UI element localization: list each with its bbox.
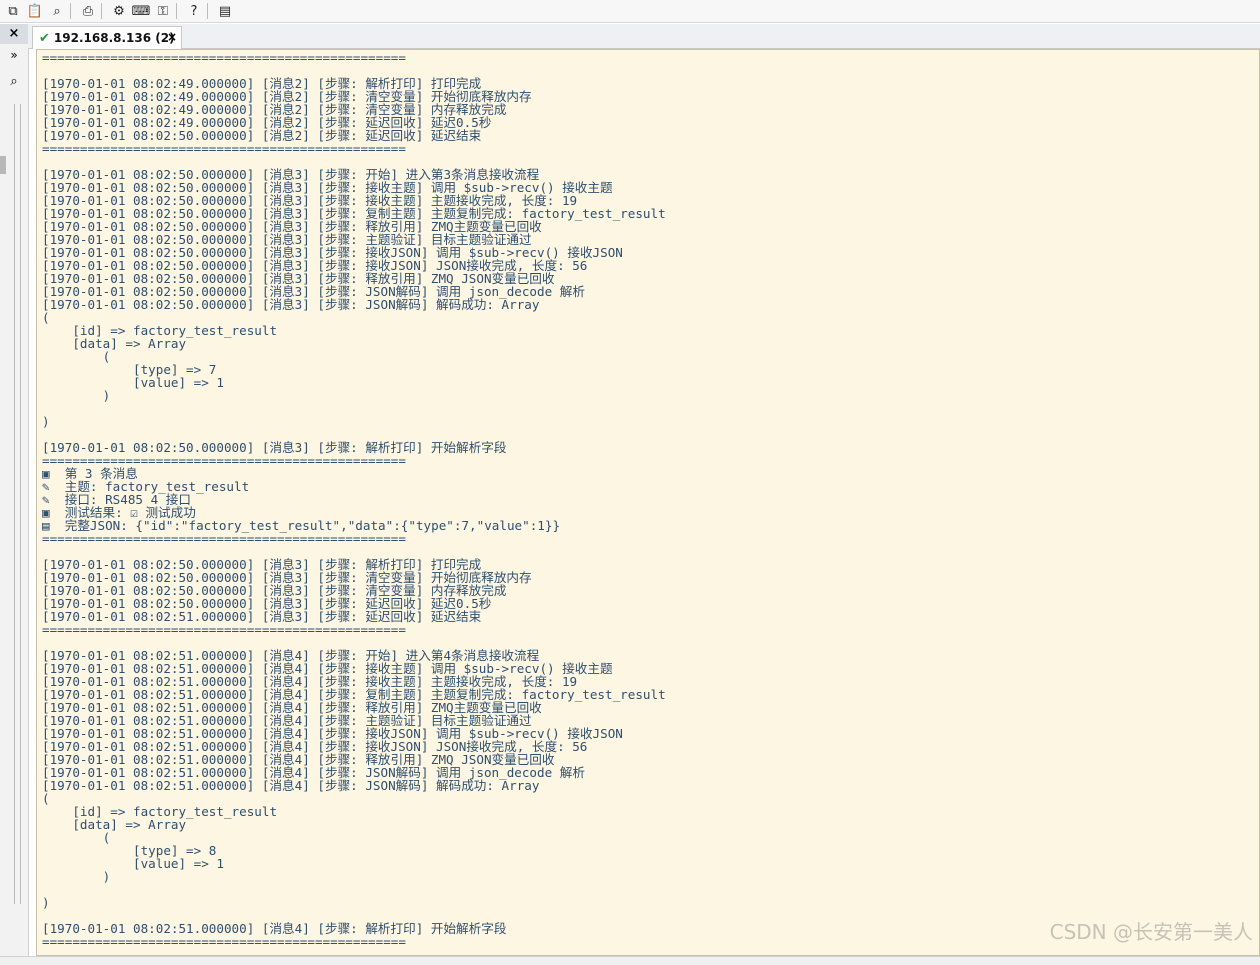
terminal-line: ) (42, 869, 111, 884)
paste-icon[interactable]: 📋 (26, 2, 44, 20)
toolbar-divider (101, 3, 102, 19)
session-sidebar: × » ⌕ (0, 24, 29, 964)
close-icon[interactable]: × (0, 24, 28, 44)
connected-check-icon: ✔ (39, 30, 50, 46)
terminal-line: [value] => 1 (42, 375, 224, 390)
session-tab-bar: ✔ 192.168.8.136 (2) × (28, 24, 1260, 49)
terminal-line: ) (42, 388, 111, 403)
terminal-line: [type] => 8 (42, 843, 217, 858)
terminal-line: ========================================… (42, 531, 406, 546)
keyboard-icon[interactable]: ⌨ (132, 2, 151, 20)
key-icon[interactable]: ⚿ (154, 2, 172, 20)
toolbar-divider (70, 3, 71, 19)
terminal-line: ✎ 主题: factory_test_result (42, 479, 250, 494)
terminal-line: ========================================… (42, 453, 406, 468)
terminal-line: [id] => factory_test_result (42, 804, 278, 819)
terminal-line: [value] => 1 (42, 856, 224, 871)
terminal-line: ( (42, 349, 111, 364)
find-icon[interactable]: ⌕ (48, 2, 66, 20)
terminal-line: ========================================… (42, 50, 406, 65)
sidebar-scrollbar[interactable] (14, 104, 21, 904)
main-toolbar: ⧉ 📋 ⌕ ⎙ ⚙ ⌨ ⚿ ? ▤ (0, 0, 1260, 23)
toolbar-divider (207, 3, 208, 19)
print-icon[interactable]: ⎙ (79, 2, 97, 20)
help-icon[interactable]: ? (185, 2, 203, 20)
terminal-output[interactable]: ========================================… (36, 49, 1260, 956)
watermark: CSDN @长安第一美人 (1049, 920, 1253, 944)
settings-icon[interactable]: ⚙ (110, 2, 128, 20)
terminal-line: ========================================… (42, 141, 406, 156)
terminal-line: ) (42, 895, 50, 910)
sidebar-selection-marker (0, 156, 6, 174)
toolbar-divider (176, 3, 177, 19)
terminal-text: ========================================… (37, 50, 1259, 948)
terminal-line: ( (42, 830, 111, 845)
screen-icon[interactable]: ▤ (216, 2, 234, 20)
expand-icon[interactable]: » (0, 46, 28, 64)
terminal-line: [id] => factory_test_result (42, 323, 278, 338)
terminal-line: [1970-01-01 08:02:50.000000] [消息3] [步骤: … (42, 297, 540, 312)
terminal-line: [1970-01-01 08:02:51.000000] [消息4] [步骤: … (42, 778, 540, 793)
tab-label: 192.168.8.136 (2) (53, 31, 175, 45)
terminal-line: [type] => 7 (42, 362, 217, 377)
terminal-line: ✎ 接口: RS485 4 接口 (42, 492, 191, 507)
search-icon[interactable]: ⌕ (4, 74, 24, 94)
terminal-line: [data] => Array (42, 336, 187, 351)
copy-icon[interactable]: ⧉ (4, 2, 22, 20)
tab-close-icon[interactable]: × (167, 30, 177, 44)
terminal-line: ) (42, 414, 50, 429)
tab-session[interactable]: ✔ 192.168.8.136 (2) × (32, 26, 182, 49)
terminal-line: ========================================… (42, 622, 406, 637)
terminal-line: [data] => Array (42, 817, 187, 832)
